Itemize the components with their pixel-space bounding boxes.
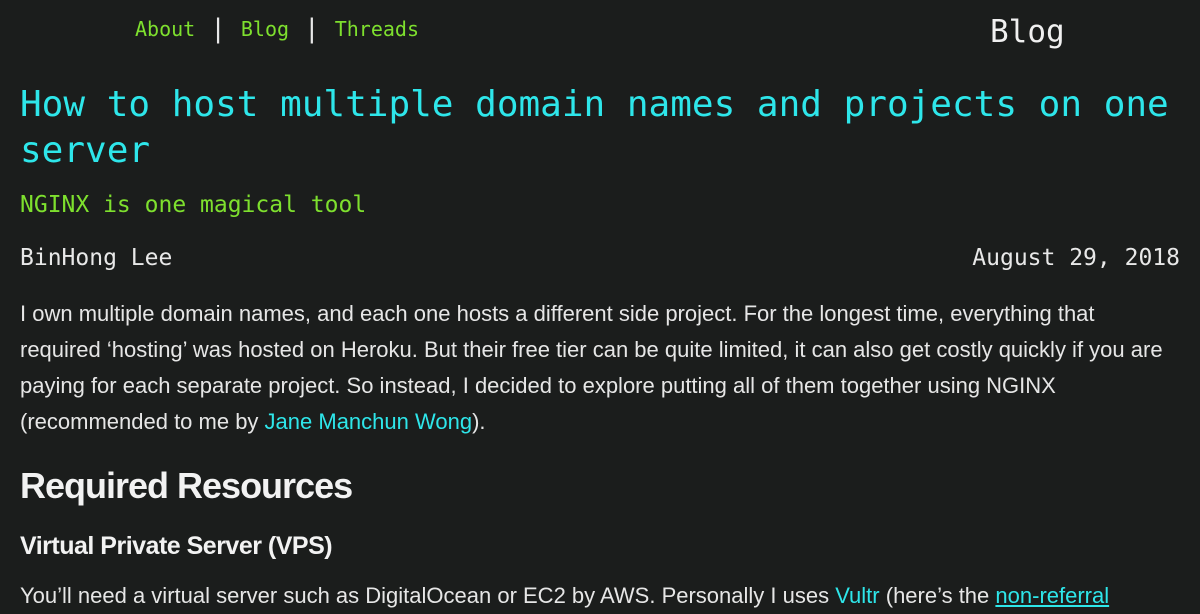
subsection-heading-vps: Virtual Private Server (VPS) [20,532,333,560]
post-title: How to host multiple domain names and pr… [20,84,1169,171]
intro-paragraph: I own multiple domain names, and each on… [20,296,1180,440]
nav-separator: | [210,14,226,44]
nav-link-threads[interactable]: Threads [335,17,419,41]
intro-text: I own multiple domain names, and each on… [20,301,1163,434]
vps-text: You’ll need a virtual server such as Dig… [20,583,836,608]
vultr-link[interactable]: Vultr [835,583,879,608]
post-date: August 29, 2018 [972,245,1180,271]
vps-paragraph: You’ll need a virtual server such as Dig… [20,578,1200,614]
non-referral-link[interactable]: non-referral [995,583,1109,608]
post-author: BinHong Lee [20,245,173,271]
nav-link-about[interactable]: About [135,17,195,41]
section-heading-required-resources: Required Resources [20,465,353,506]
top-nav: About | Blog | Threads [135,16,419,42]
nav-separator: | [304,14,320,44]
post-meta: BinHong Lee August 29, 2018 [20,245,1180,271]
intro-end: ). [472,409,486,434]
nav-link-blog[interactable]: Blog [241,17,289,41]
site-section-label: Blog [990,14,1065,50]
jane-manchun-wong-link[interactable]: Jane Manchun Wong [265,409,473,434]
vps-mid-text: (here’s the [879,583,996,608]
post-subtitle: NGINX is one magical tool [20,192,367,218]
